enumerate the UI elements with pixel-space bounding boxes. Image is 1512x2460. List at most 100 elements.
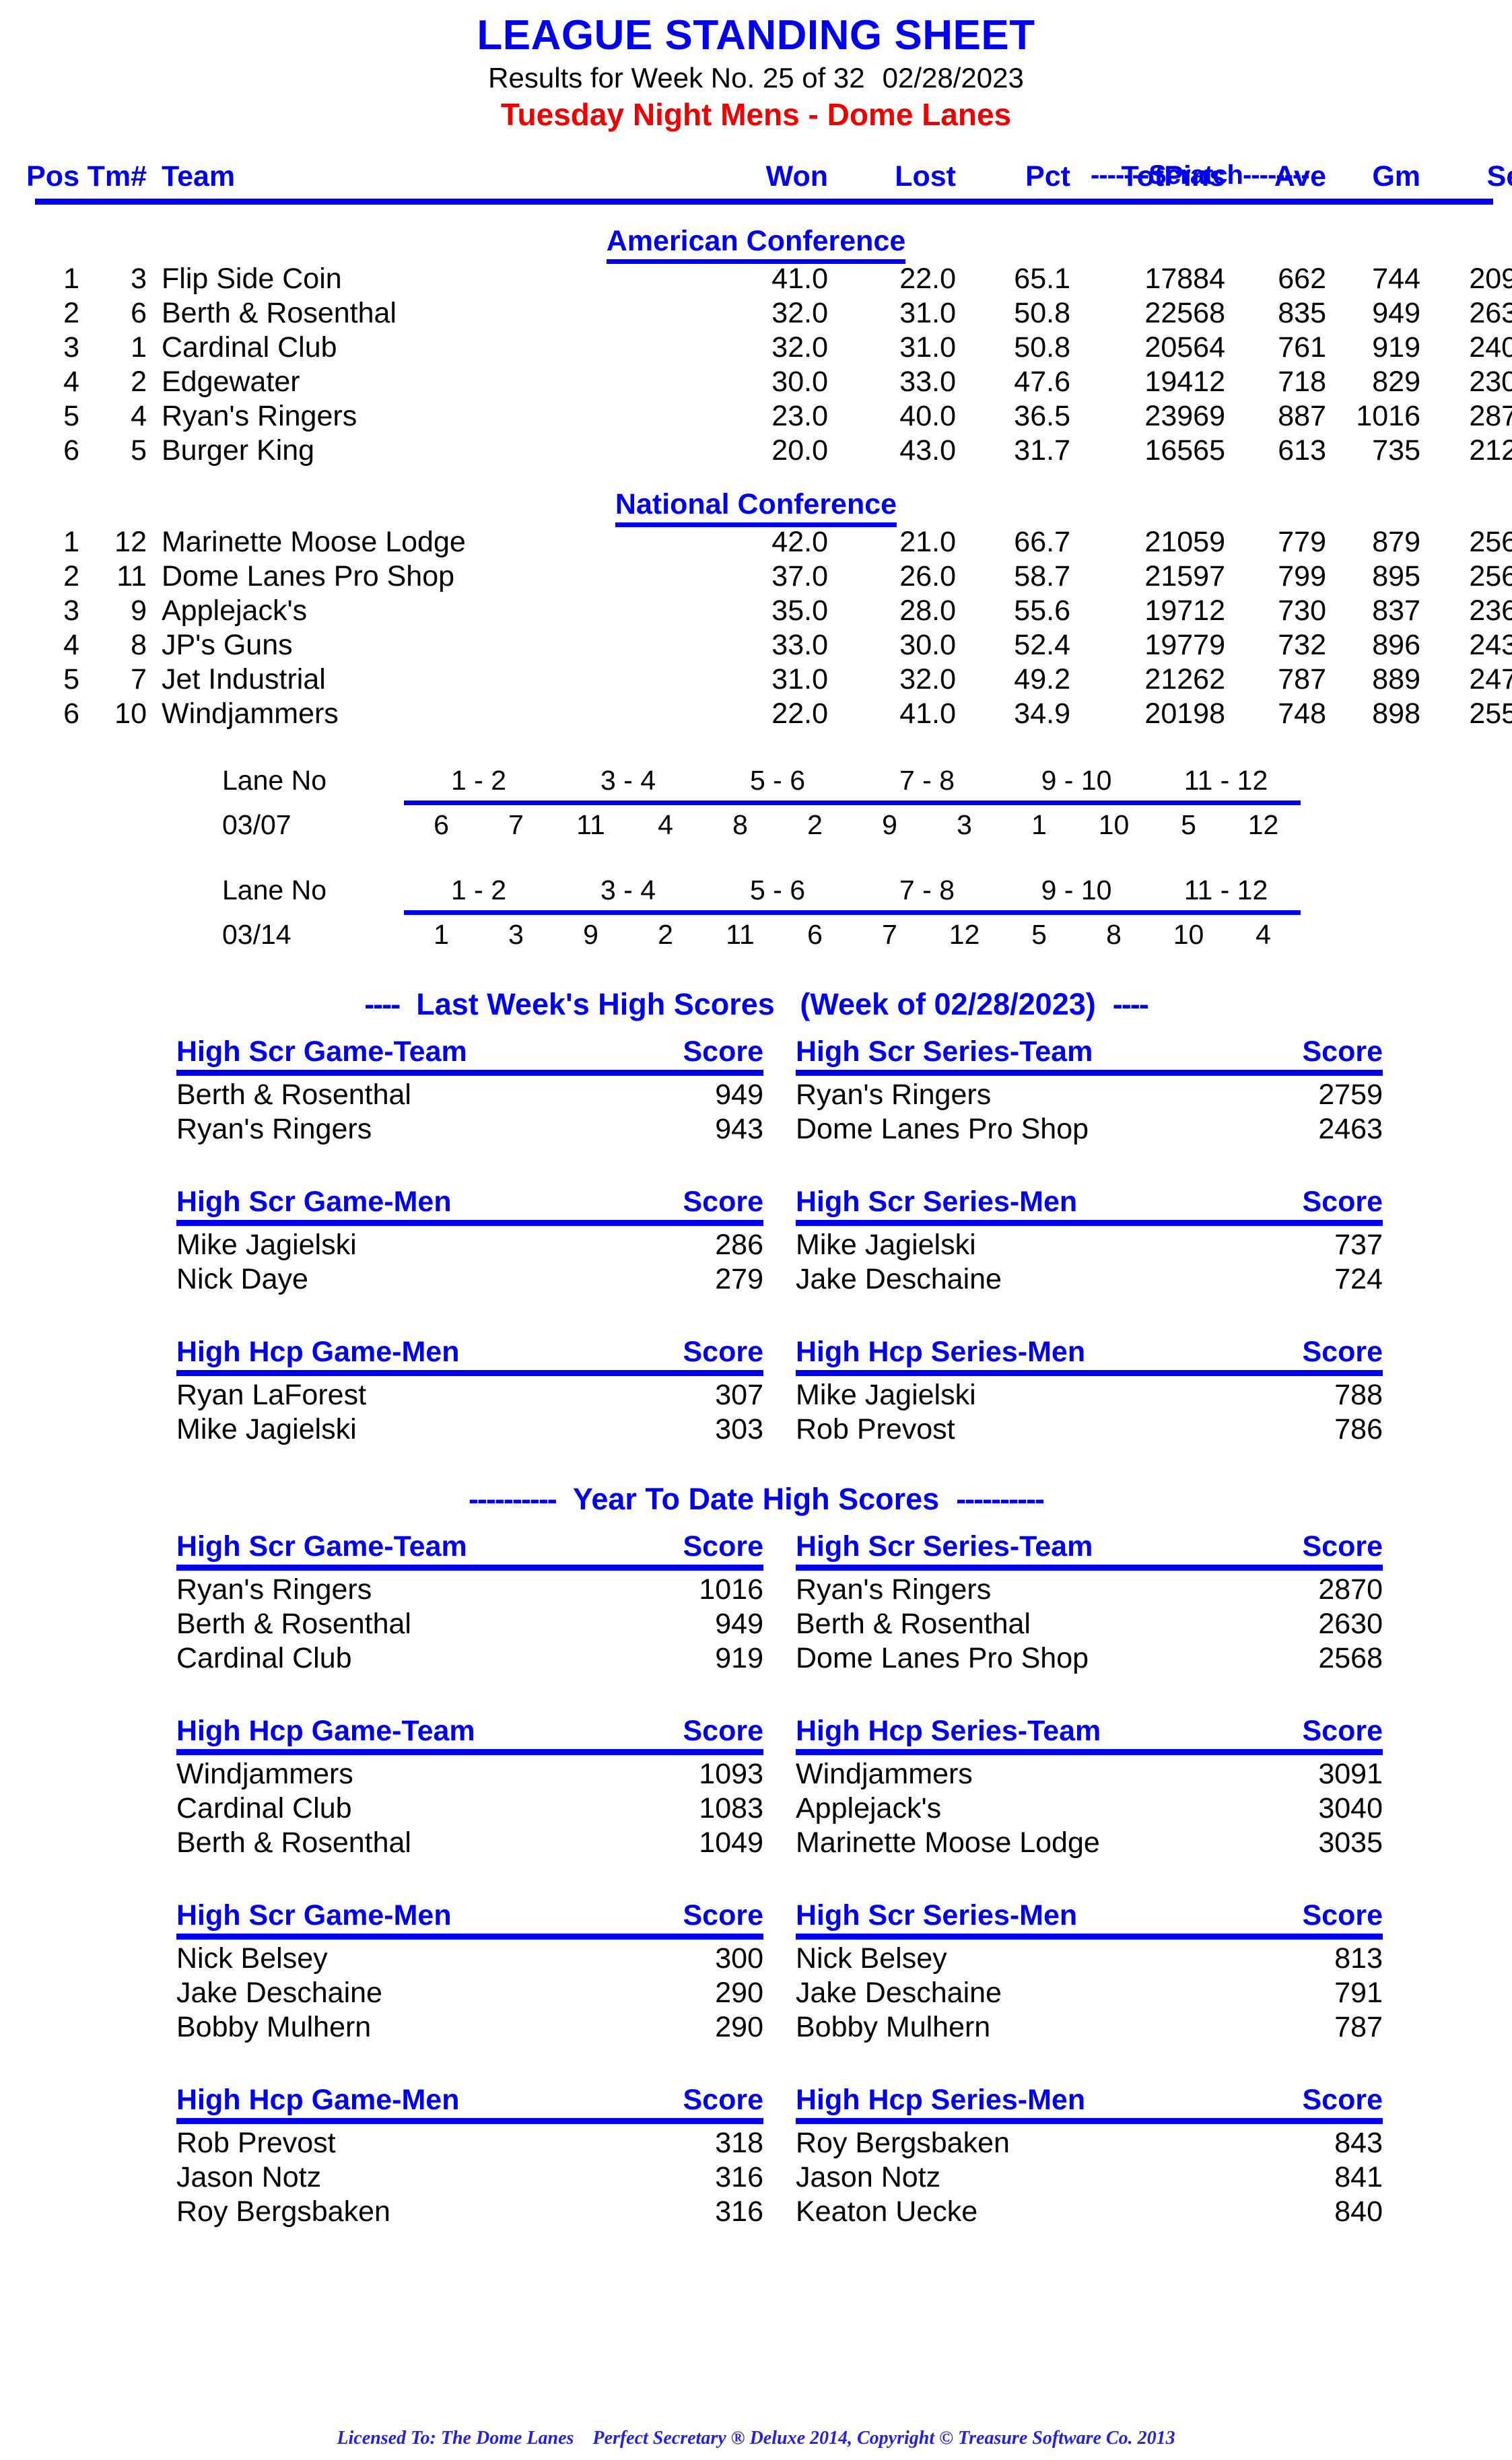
table-row[interactable]: 4 8 JP's Guns 33.0 30.0 52.4 19779 732 896 2430 (0, 628, 1512, 662)
list-item[interactable]: Ryan's Ringers 1016 (176, 1573, 763, 1607)
lane-team-number: 12 (1247, 809, 1279, 841)
table-row[interactable]: 2 11 Dome Lanes Pro Shop 37.0 26.0 58.7 21597 7… (0, 559, 1512, 594)
cell-ser: 2430 (1469, 629, 1512, 662)
cell-lost: 33.0 (899, 366, 956, 399)
list-item[interactable]: Roy Bergsbaken 316 (176, 2195, 763, 2229)
col-header-spacer (188, 160, 714, 196)
col-header-team-no: Tm# (87, 160, 147, 193)
list-item[interactable]: Bobby Mulhern 290 (176, 2010, 763, 2045)
lane-rule-pad (222, 798, 404, 808)
list-item[interactable]: Cardinal Club 1083 (176, 1791, 763, 1826)
entry-name: Nick Belsey (176, 1942, 328, 1975)
table-row[interactable]: 1 3 Flip Side Coin 41.0 22.0 65.1 17884 662 744 2… (0, 262, 1512, 296)
table-row[interactable]: 6 10 Windjammers 22.0 41.0 34.9 20198 748 898 255… (0, 697, 1512, 731)
list-item[interactable]: Jason Notz 841 (796, 2160, 1383, 2195)
cell-team: Jet Industrial (162, 663, 326, 696)
table-row[interactable]: 2 6 Berth & Rosenthal 32.0 31.0 50.8 22568 835 9… (0, 296, 1512, 331)
footer: Licensed To: The Dome Lanes Perfect Secre… (0, 2428, 1512, 2449)
table-row[interactable]: 5 4 Ryan's Ringers 23.0 40.0 36.5 23969 887 1016… (0, 399, 1512, 434)
entry-score: 791 (1334, 1977, 1383, 2010)
high-score-panel: High Hcp Game-Men Score Ryan LaForest 307 Mi… (176, 1336, 763, 1447)
lane-assignment-row[interactable]: 03/07 6 7 11 4 8 2 9 3 1 10 5 12 (222, 808, 1301, 842)
list-item[interactable]: Ryan's Ringers 2870 (796, 1573, 1383, 1607)
cell-ave: 787 (1278, 663, 1326, 696)
conference-block: American Conference 1 3 Flip Side Coin 41.0 2… (0, 225, 1512, 468)
list-item[interactable]: Berth & Rosenthal 949 (176, 1078, 763, 1112)
panel-score-column-header: Score (1302, 1715, 1383, 1748)
entry-name: Berth & Rosenthal (176, 1826, 411, 1859)
list-item[interactable]: Jake Deschaine 724 (796, 1262, 1383, 1297)
footer-licensed-to: Licensed To: The Dome Lanes (337, 2428, 574, 2449)
cell-gm: 896 (1372, 629, 1420, 662)
lane-assignment-row[interactable]: 03/14 1 3 9 2 11 6 7 12 5 8 10 4 (222, 918, 1301, 952)
list-item[interactable]: Windjammers 3091 (796, 1757, 1383, 1791)
entry-score: 843 (1334, 2127, 1383, 2160)
list-item[interactable]: Bobby Mulhern 787 (796, 2010, 1383, 2045)
lane-team-number: 10 (1173, 919, 1204, 951)
panel-divider-rule (796, 2118, 1383, 2125)
panel-row: High Scr Game-Men Score Mike Jagielski 286 N… (176, 1186, 1512, 1297)
cell-won: 33.0 (771, 629, 828, 662)
table-row[interactable]: 3 9 Applejack's 35.0 28.0 55.6 19712 730 837 2361 (0, 594, 1512, 628)
high-score-panel: High Hcp Series-Team Score Windjammers 3091… (796, 1715, 1383, 1860)
table-row[interactable]: 6 5 Burger King 20.0 43.0 31.7 16565 613 735 2120 (0, 434, 1512, 468)
conferences-container: American Conference 1 3 Flip Side Coin 41.0 2… (0, 225, 1512, 731)
list-item[interactable]: Mike Jagielski 737 (796, 1228, 1383, 1262)
list-item[interactable]: Keaton Uecke 840 (796, 2195, 1383, 2229)
list-item[interactable]: Berth & Rosenthal 2630 (796, 1607, 1383, 1641)
list-item[interactable]: Dome Lanes Pro Shop 2463 (796, 1112, 1383, 1147)
list-item[interactable]: Cardinal Club 919 (176, 1641, 763, 1676)
list-item[interactable]: Nick Daye 279 (176, 1262, 763, 1297)
list-item[interactable]: Mike Jagielski 286 (176, 1228, 763, 1262)
table-row[interactable]: 1 12 Marinette Moose Lodge 42.0 21.0 66.7 2105… (0, 525, 1512, 559)
cell-pos: 1 (63, 263, 79, 296)
table-row[interactable]: 4 2 Edgewater 30.0 33.0 47.6 19412 718 829 2307 (0, 365, 1512, 399)
cell-totpins: 19712 (1144, 594, 1225, 627)
panel-score-column-header: Score (1302, 1186, 1383, 1219)
cell-totpins: 21597 (1144, 560, 1225, 593)
list-item[interactable]: Nick Belsey 300 (176, 1942, 763, 1976)
list-item[interactable]: Dome Lanes Pro Shop 2568 (796, 1641, 1383, 1676)
cell-team: Berth & Rosenthal (162, 297, 397, 330)
lane-pair-label: 11 - 12 (1183, 765, 1268, 796)
entry-name: Jason Notz (796, 2161, 941, 2194)
list-item[interactable]: Ryan's Ringers 2759 (796, 1078, 1383, 1112)
entry-name: Marinette Moose Lodge (796, 1826, 1100, 1859)
lane-team-number: 8 (1106, 919, 1122, 951)
list-item[interactable]: Mike Jagielski 788 (796, 1378, 1383, 1412)
footer-product: Perfect Secretary ® Deluxe 2014, Copyrig… (592, 2428, 1175, 2449)
list-item[interactable]: Ryan's Ringers 943 (176, 1112, 763, 1147)
list-item[interactable]: Roy Bergsbaken 843 (796, 2126, 1383, 2160)
list-item[interactable]: Rob Prevost 318 (176, 2126, 763, 2160)
list-item[interactable]: Jake Deschaine 290 (176, 1976, 763, 2010)
cell-ave: 613 (1278, 434, 1326, 467)
list-item[interactable]: Jake Deschaine 791 (796, 1976, 1383, 2010)
entry-score: 3091 (1318, 1758, 1383, 1791)
lane-rule-row (222, 908, 1301, 918)
cell-pct: 49.2 (1014, 663, 1070, 696)
lane-pair-label: 3 - 4 (600, 875, 656, 906)
high-score-panel: High Scr Game-Men Score Nick Belsey 300 Jake… (176, 1899, 763, 2045)
list-item[interactable]: Nick Belsey 813 (796, 1942, 1383, 1976)
panel-header: High Hcp Series-Team Score (796, 1715, 1383, 1748)
table-row[interactable]: 5 7 Jet Industrial 31.0 32.0 49.2 21262 787 889 2… (0, 662, 1512, 697)
list-item[interactable]: Ryan LaForest 307 (176, 1378, 763, 1412)
list-item[interactable]: Jason Notz 316 (176, 2160, 763, 2195)
list-item[interactable]: Applejack's 3040 (796, 1791, 1383, 1826)
lane-team-number: 1 (1031, 809, 1047, 841)
list-item[interactable]: Marinette Moose Lodge 3035 (796, 1826, 1383, 1860)
cell-totpins: 20198 (1144, 697, 1225, 730)
table-row[interactable]: 3 1 Cardinal Club 32.0 31.0 50.8 20564 761 919 24… (0, 331, 1512, 365)
list-item[interactable]: Rob Prevost 786 (796, 1412, 1383, 1447)
list-item[interactable]: Windjammers 1093 (176, 1757, 763, 1791)
panel-title: High Scr Series-Team (796, 1035, 1093, 1068)
entry-score: 724 (1334, 1263, 1383, 1296)
list-item[interactable]: Berth & Rosenthal 949 (176, 1607, 763, 1641)
lane-team-number: 1 (434, 919, 449, 951)
panel-row: High Hcp Game-Men Score Rob Prevost 318 Jaso… (176, 2084, 1512, 2229)
list-item[interactable]: Mike Jagielski 303 (176, 1412, 763, 1447)
cell-pos: 6 (63, 434, 79, 467)
lane-rule-cell (404, 908, 1301, 918)
cell-team: Burger King (162, 434, 315, 467)
list-item[interactable]: Berth & Rosenthal 1049 (176, 1826, 763, 1860)
